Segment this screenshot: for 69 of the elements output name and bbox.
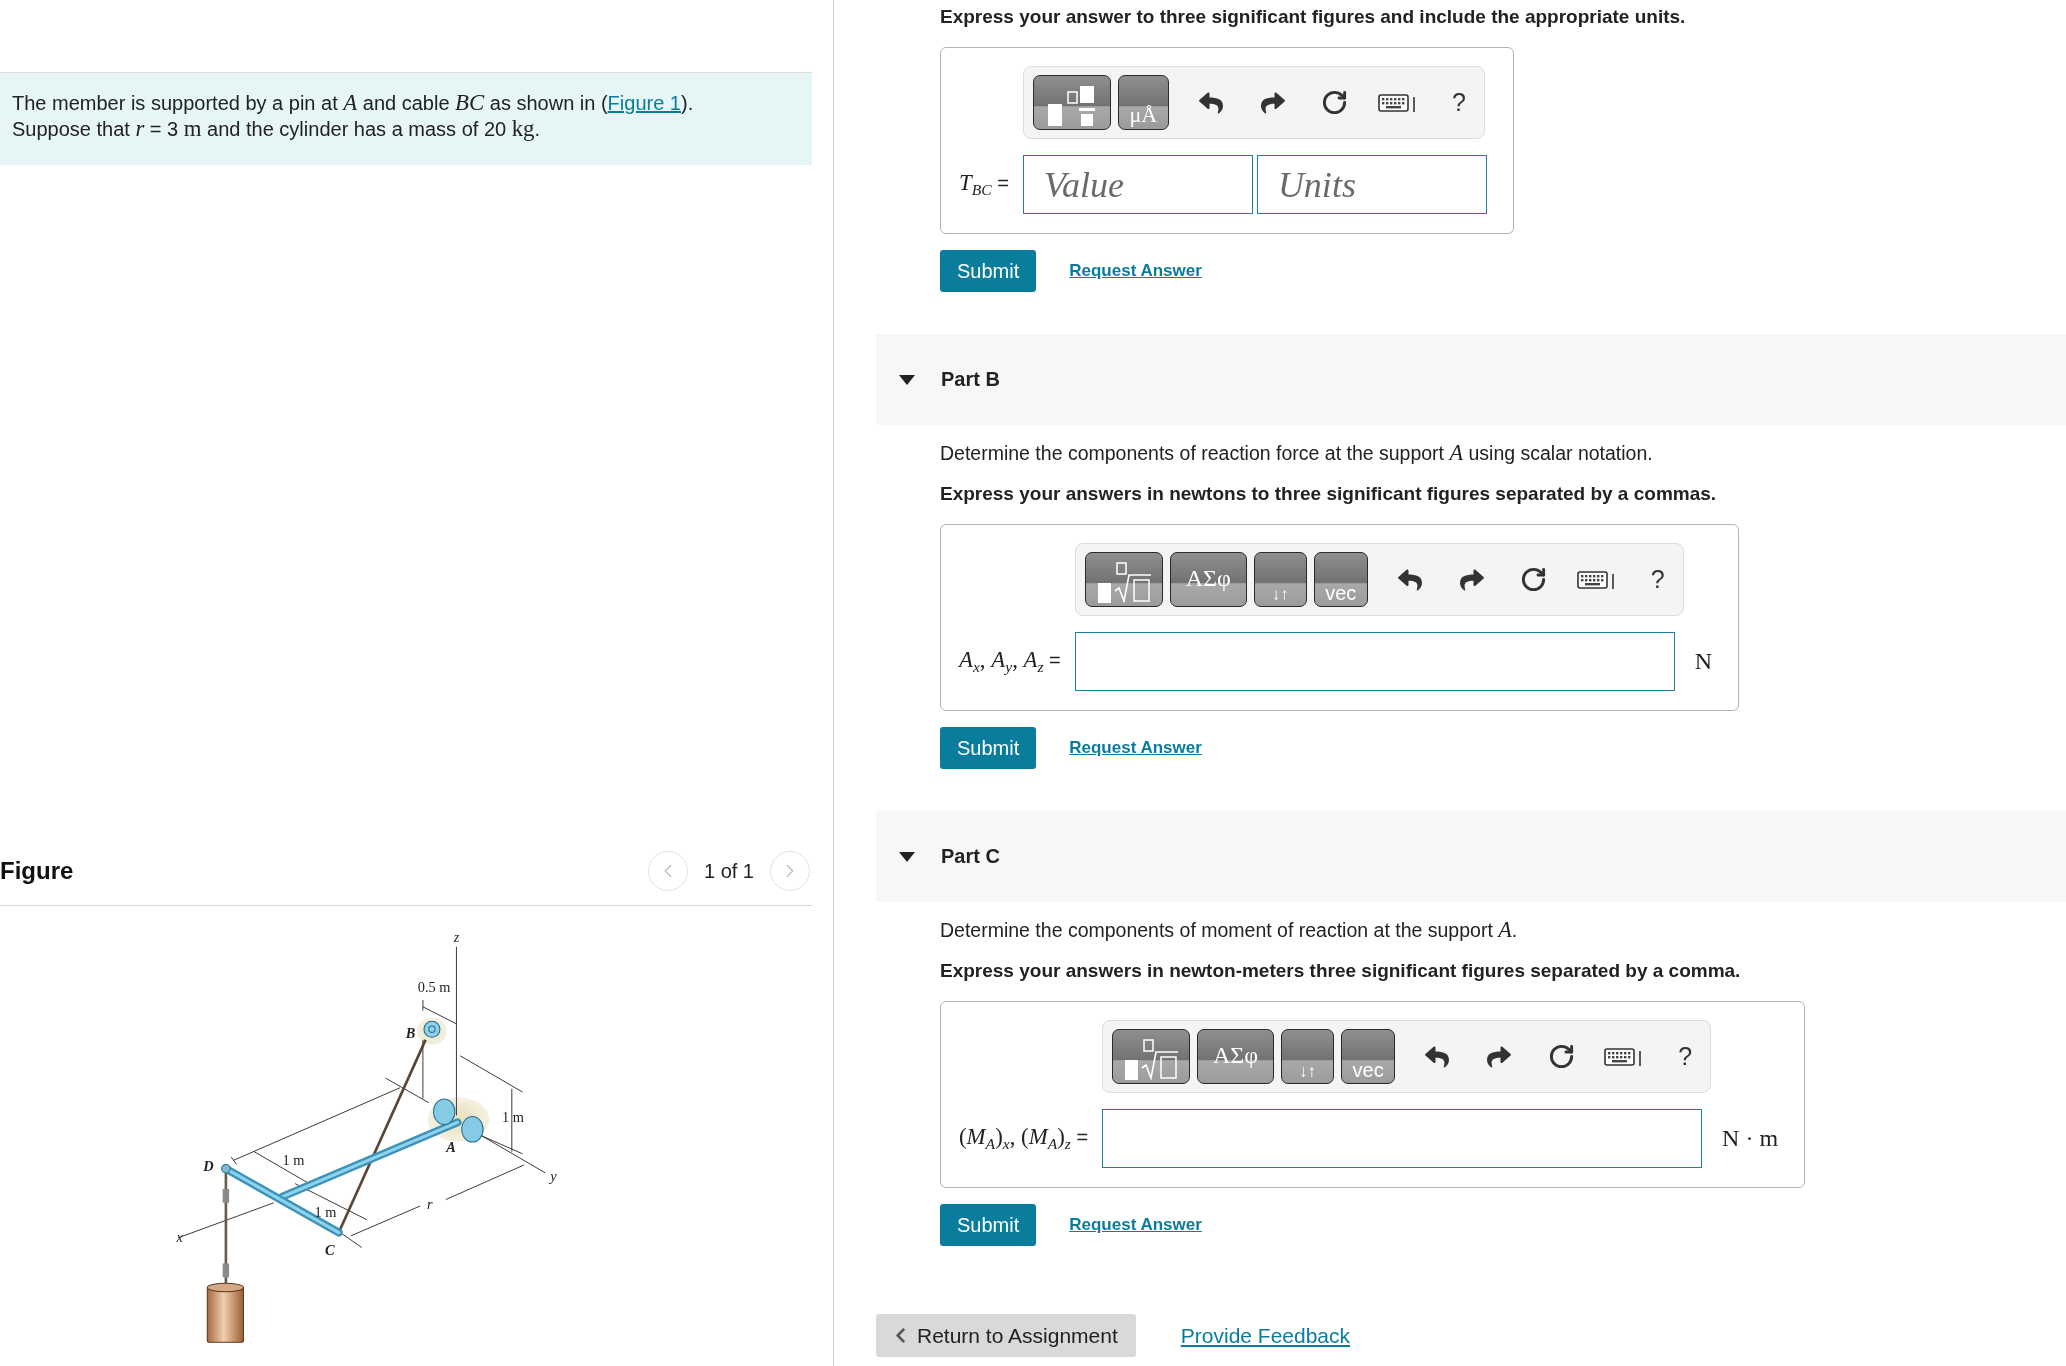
request-answer-link[interactable]: Request Answer <box>1069 261 1202 281</box>
submit-button[interactable]: Submit <box>940 1204 1037 1246</box>
figure-link[interactable]: Figure 1 <box>607 92 681 114</box>
vector-button[interactable]: vec <box>1313 552 1368 607</box>
fraction-template-icon <box>1045 84 1098 126</box>
help-button[interactable]: ? <box>1665 1036 1706 1077</box>
answer-label: T$_{BC}$ = <box>959 170 1009 199</box>
redo-icon <box>1487 1044 1512 1069</box>
reset-icon <box>1321 89 1349 116</box>
diagram-label: y <box>550 1167 557 1184</box>
diagram-label: 1 m <box>501 1109 524 1126</box>
diagram-label: 1 m <box>314 1203 337 1220</box>
undo-icon <box>1425 1044 1450 1069</box>
fraction-template-button[interactable] <box>1032 75 1111 130</box>
feedback-link[interactable]: Provide Feedback <box>1180 1323 1351 1348</box>
root-template-icon <box>1095 561 1152 603</box>
diagram-label: A <box>446 1138 456 1155</box>
keyboard-icon <box>1576 569 1615 590</box>
figure-heading: Figure <box>0 857 74 885</box>
unit-label: N <box>1694 648 1713 675</box>
diagram-label: z <box>453 928 460 945</box>
question-prompt: Determine the components of moment of reaction at the support A. <box>940 917 1518 943</box>
submit-button[interactable]: Submit <box>940 727 1037 769</box>
help-button[interactable]: ? <box>1637 559 1678 600</box>
undo-icon <box>1397 567 1422 592</box>
vector-button[interactable]: vec <box>1341 1029 1396 1084</box>
submit-button[interactable]: Submit <box>940 250 1037 292</box>
help-button[interactable]: ? <box>1438 82 1479 123</box>
answer-input[interactable] <box>1074 632 1675 691</box>
root-template-icon <box>1123 1038 1180 1080</box>
request-answer-link[interactable]: Request Answer <box>1069 738 1202 758</box>
arrows-button[interactable]: ↓↑ <box>1253 552 1307 607</box>
question-prompt: Determine the components of reaction force at the support A using scalar notation. <box>940 440 1653 466</box>
redo-icon <box>1459 567 1484 592</box>
request-answer-link[interactable]: Request Answer <box>1069 1215 1202 1235</box>
keyboard-icon <box>1377 92 1416 113</box>
undo-icon <box>1198 90 1223 115</box>
return-button[interactable]: Return to Assignment <box>876 1314 1136 1357</box>
diagram-label: r <box>427 1196 433 1213</box>
answer-instruction: Express your answer to three significant figures and include the appropriate units. <box>940 5 1686 29</box>
answer-input[interactable] <box>1102 1109 1703 1168</box>
diagram-label: 1 m <box>282 1151 305 1168</box>
arrows-button[interactable]: ↓↑ <box>1281 1029 1335 1084</box>
value-input[interactable]: Value <box>1022 155 1253 214</box>
root-template-button[interactable] <box>1112 1029 1191 1084</box>
keyboard-icon <box>1604 1046 1643 1067</box>
answer-instruction: Express your answers in newton-meters three significant figures separated by a comma. <box>940 959 1741 983</box>
greek-symbols-button[interactable]: ΑΣφ <box>1197 1029 1275 1084</box>
part-toggle[interactable]: Part C <box>899 845 1000 868</box>
unit-label: N · m <box>1722 1125 1779 1152</box>
redo-icon <box>1260 90 1285 115</box>
answer-label: (M$_{A}$)$_{x}$, (M$_{A}$)$_{z}$ = <box>959 1124 1089 1153</box>
units-input[interactable]: Units <box>1256 155 1487 214</box>
reset-icon <box>1547 1043 1575 1070</box>
diagram-label: x <box>176 1229 183 1246</box>
diagram-label: C <box>324 1242 335 1259</box>
part-toggle[interactable]: Part B <box>899 368 1000 391</box>
answer-label: A$_{x}$, A$_{y}$, A$_{z}$ = <box>959 647 1061 676</box>
diagram-label: B <box>405 1024 416 1041</box>
units-button[interactable]: μÅ <box>1117 75 1169 130</box>
diagram-label: D <box>203 1157 214 1174</box>
reset-icon <box>1520 566 1548 593</box>
figure-counter: 1 of 1 <box>703 859 754 883</box>
root-template-button[interactable] <box>1084 552 1163 607</box>
answer-instruction: Express your answers in newtons to three significant figures separated by a commas. <box>940 482 1717 506</box>
problem-text: The member is supported by a pin at A and cable BC as shown in (Figure 1). <box>12 90 695 116</box>
greek-symbols-button[interactable]: ΑΣφ <box>1169 552 1247 607</box>
diagram-label: 0.5 m <box>417 978 451 995</box>
problem-text: Suppose that r = 3 m and the cylinder has a mass of 20 kg. <box>12 116 542 142</box>
